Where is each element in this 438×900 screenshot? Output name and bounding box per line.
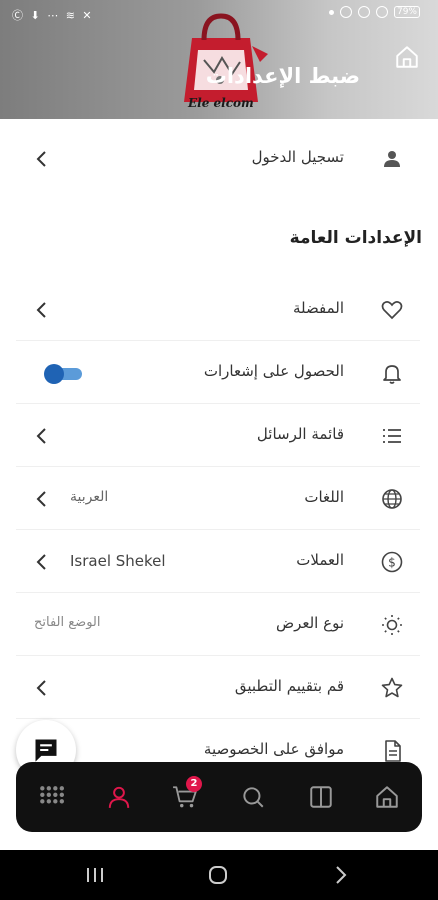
app-header: Ⓒ ⬇ ⋯ ≋ ✕ 79% Ele elcom ضبط الإعدادات — [0, 0, 438, 119]
battery-indicator: 79% — [393, 6, 420, 18]
sun-icon — [382, 615, 402, 635]
display-mode-label: نوع العرض — [275, 614, 344, 632]
recent-apps-icon[interactable] — [84, 864, 106, 886]
document-icon — [385, 740, 401, 762]
home-circle-icon[interactable] — [207, 864, 229, 886]
home-icon[interactable] — [374, 784, 400, 810]
bell-icon — [383, 365, 401, 384]
display-mode-value: الوضع الفاتح — [34, 615, 101, 630]
grid-icon[interactable] — [38, 784, 64, 810]
toggle-knob — [44, 364, 64, 384]
page-title: ضبط الإعدادات — [205, 64, 360, 88]
currencies-label: العملات — [296, 551, 344, 569]
cart-badge: 2 — [186, 776, 202, 792]
login-label: تسجيل الدخول — [251, 148, 344, 166]
status-left-icons: Ⓒ ⬇ ⋯ ≋ ✕ — [12, 9, 94, 22]
list-icon — [383, 429, 401, 443]
system-navigation-bar — [0, 850, 438, 900]
search-icon[interactable] — [240, 784, 266, 810]
chevron-left-icon — [36, 680, 46, 696]
favorites-label: المفضلة — [292, 299, 344, 317]
settings-row-notifications: الحصول على إشعارات — [16, 342, 420, 404]
chevron-left-icon — [36, 428, 46, 444]
languages-value: العربية — [70, 489, 109, 505]
chevron-left-icon — [36, 491, 46, 507]
rate-app-label: قم بتقييم التطبيق — [234, 677, 344, 695]
settings-row-favorites[interactable]: المفضلة — [16, 279, 420, 341]
settings-row-messages[interactable]: قائمة الرسائل — [16, 405, 420, 467]
profile-icon[interactable] — [106, 784, 132, 810]
settings-row-rate-app[interactable]: قم بتقييم التطبيق — [16, 657, 420, 719]
logo-text: Ele elcom — [188, 96, 254, 110]
languages-label: اللغات — [304, 488, 344, 506]
messages-label: قائمة الرسائل — [256, 425, 344, 443]
currencies-value: Israel Shekel — [70, 552, 166, 570]
login-row[interactable]: تسجيل الدخول — [16, 128, 420, 190]
chevron-left-icon — [36, 302, 46, 318]
chevron-left-icon — [36, 151, 46, 167]
svg-text:$: $ — [388, 556, 396, 570]
notification-dot-icon — [328, 9, 334, 15]
back-icon[interactable] — [330, 864, 352, 886]
facebook-icon — [357, 6, 370, 18]
star-icon — [381, 677, 403, 698]
gmail-icon — [339, 6, 352, 18]
cart-button[interactable]: 2 — [172, 776, 202, 810]
chevron-left-icon — [36, 554, 46, 570]
person-icon — [384, 151, 400, 167]
settings-row-currencies[interactable]: $ العملات Israel Shekel — [16, 531, 420, 593]
bottom-navigation: 2 — [16, 762, 422, 832]
whatsapp-icon — [375, 6, 388, 18]
globe-icon — [382, 489, 402, 509]
settings-row-languages[interactable]: اللغات العربية — [16, 468, 420, 530]
heart-icon — [381, 301, 403, 320]
status-right-icons: 79% — [328, 6, 420, 18]
split-view-icon[interactable] — [308, 784, 334, 810]
privacy-label: موافق على الخصوصية — [203, 740, 344, 758]
notifications-label: الحصول على إشعارات — [203, 362, 344, 380]
chat-icon — [35, 739, 57, 762]
notifications-toggle[interactable] — [44, 364, 82, 384]
general-settings-heading: الإعدادات العامة — [289, 228, 422, 248]
settings-row-display-mode[interactable]: نوع العرض الوضع الفاتح — [16, 594, 420, 656]
dollar-circle-icon: $ — [381, 551, 403, 573]
home-icon[interactable] — [394, 44, 420, 70]
